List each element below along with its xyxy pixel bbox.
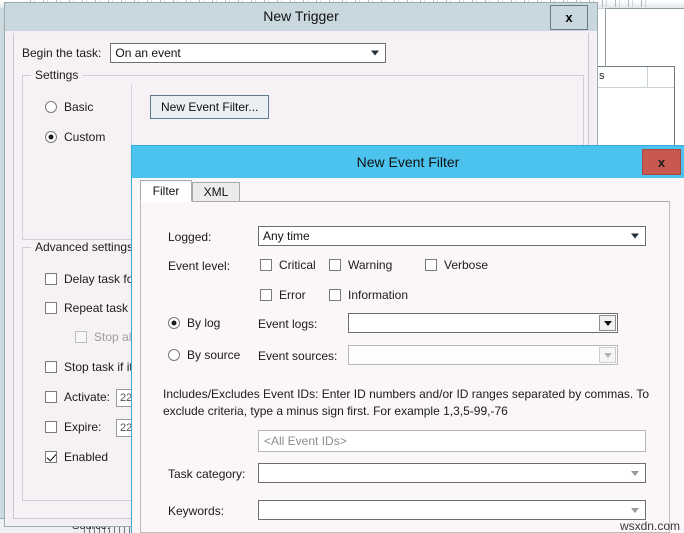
new-event-filter-close-button[interactable]: x: [642, 149, 681, 175]
radio-by-log-label: By log: [187, 316, 221, 330]
checkbox-verbose-label: Verbose: [444, 258, 489, 272]
tab-xml[interactable]: XML: [192, 182, 240, 202]
checkbox-repeat-task-mark: [45, 302, 57, 314]
watermark: wsxdn.com: [619, 519, 680, 533]
checkbox-warning-mark: [329, 259, 341, 271]
chevron-down-icon: [631, 470, 639, 476]
task-category-label: Task category:: [168, 467, 246, 481]
begin-task-row: Begin the task: On an event: [22, 43, 387, 63]
new-event-filter-dialog: New Event Filter x Filter XML Logged: An…: [131, 145, 684, 533]
advanced-settings-legend: Advanced settings: [31, 240, 138, 254]
checkbox-information[interactable]: Information: [329, 288, 408, 302]
checkbox-stop-all-running-mark: [75, 331, 87, 343]
new-event-filter-button[interactable]: New Event Filter...: [150, 95, 270, 119]
chevron-down-icon: [631, 507, 639, 513]
task-category-select[interactable]: [258, 463, 646, 483]
task-category-dropdown-button[interactable]: [627, 466, 643, 480]
checkbox-information-mark: [329, 289, 341, 301]
begin-task-select[interactable]: On an event: [110, 43, 387, 63]
new-trigger-close-button[interactable]: x: [550, 5, 588, 30]
filter-tab-panel: Logged: Any time Event level: Critical W…: [140, 201, 670, 533]
checkbox-critical-label: Critical: [279, 258, 316, 272]
checkbox-delay-task-label: Delay task for:: [64, 272, 141, 286]
checkbox-warning-label: Warning: [348, 258, 393, 272]
checkbox-error-label: Error: [279, 288, 306, 302]
radio-by-log[interactable]: By log: [168, 316, 220, 330]
checkbox-delay-task[interactable]: Delay task for:: [45, 272, 141, 286]
radio-basic-mark: [45, 101, 57, 113]
background-window-inner-panel: s: [595, 66, 675, 147]
checkbox-expire[interactable]: Expire:: [45, 420, 101, 434]
keywords-label: Keywords:: [168, 504, 225, 518]
radio-by-log-mark: [168, 317, 180, 329]
new-event-filter-title: New Event Filter: [356, 154, 460, 170]
event-sources-select: [348, 345, 618, 365]
checkbox-enabled-label: Enabled: [64, 450, 109, 464]
keywords-dropdown-button[interactable]: [627, 503, 643, 517]
chevron-down-icon: [371, 50, 380, 56]
background-table-header-label: s: [599, 70, 605, 82]
radio-basic-label: Basic: [64, 100, 94, 114]
keywords-select[interactable]: [258, 500, 646, 520]
event-sources-label: Event sources:: [258, 349, 338, 363]
checkbox-activate-mark: [45, 391, 57, 403]
checkbox-enabled[interactable]: Enabled: [45, 450, 108, 464]
radio-by-source-mark: [168, 349, 180, 361]
checkbox-expire-mark: [45, 421, 57, 433]
event-logs-dropdown-button[interactable]: [599, 315, 616, 331]
checkbox-warning[interactable]: Warning: [329, 258, 392, 272]
event-logs-label: Event logs:: [258, 317, 318, 331]
event-ids-input[interactable]: <All Event IDs>: [258, 430, 646, 452]
checkbox-enabled-mark: [45, 451, 57, 463]
checkbox-delay-task-mark: [45, 273, 57, 285]
background-table-header: s: [595, 67, 674, 88]
radio-by-source[interactable]: By source: [168, 348, 240, 362]
checkbox-stop-task-if-runs-mark: [45, 361, 57, 373]
new-event-filter-titlebar: New Event Filter x: [132, 146, 684, 178]
new-event-filter-body: Filter XML Logged: Any time Event level:…: [140, 180, 676, 533]
checkbox-activate[interactable]: Activate:: [45, 390, 110, 404]
radio-basic[interactable]: Basic: [45, 100, 93, 114]
checkbox-critical-mark: [260, 259, 272, 271]
radio-custom[interactable]: Custom: [45, 130, 105, 144]
checkbox-verbose[interactable]: Verbose: [425, 258, 488, 272]
event-level-label: Event level:: [168, 259, 231, 273]
begin-task-label: Begin the task:: [22, 46, 102, 60]
event-ids-help-text: Includes/Excludes Event IDs: Enter ID nu…: [163, 387, 650, 418]
checkbox-error-mark: [260, 289, 272, 301]
radio-custom-mark: [45, 131, 57, 143]
checkbox-critical[interactable]: Critical: [260, 258, 316, 272]
tab-filter[interactable]: Filter: [140, 180, 192, 202]
chevron-down-icon: [603, 320, 612, 326]
chevron-down-icon: [603, 352, 612, 358]
new-trigger-title: New Trigger: [263, 8, 339, 24]
logged-label: Logged:: [168, 230, 212, 244]
begin-task-value: On an event: [115, 46, 181, 60]
settings-legend: Settings: [31, 68, 83, 82]
checkbox-activate-label: Activate:: [64, 390, 111, 404]
radio-by-source-label: By source: [187, 348, 241, 362]
checkbox-verbose-mark: [425, 259, 437, 271]
checkbox-expire-label: Expire:: [64, 420, 102, 434]
checkbox-information-label: Information: [348, 288, 409, 302]
event-logs-select[interactable]: [348, 313, 618, 333]
radio-custom-label: Custom: [64, 130, 106, 144]
checkbox-error[interactable]: Error: [260, 288, 306, 302]
background-table-header-divider: [647, 67, 648, 87]
new-trigger-titlebar: New Trigger x: [5, 3, 597, 31]
event-sources-dropdown-button: [599, 347, 616, 363]
screen-root: s Source: New Trigger x Begin the task: …: [0, 0, 684, 533]
logged-value: Any time: [263, 229, 310, 243]
chevron-down-icon: [631, 233, 639, 239]
logged-select[interactable]: Any time: [258, 226, 646, 246]
